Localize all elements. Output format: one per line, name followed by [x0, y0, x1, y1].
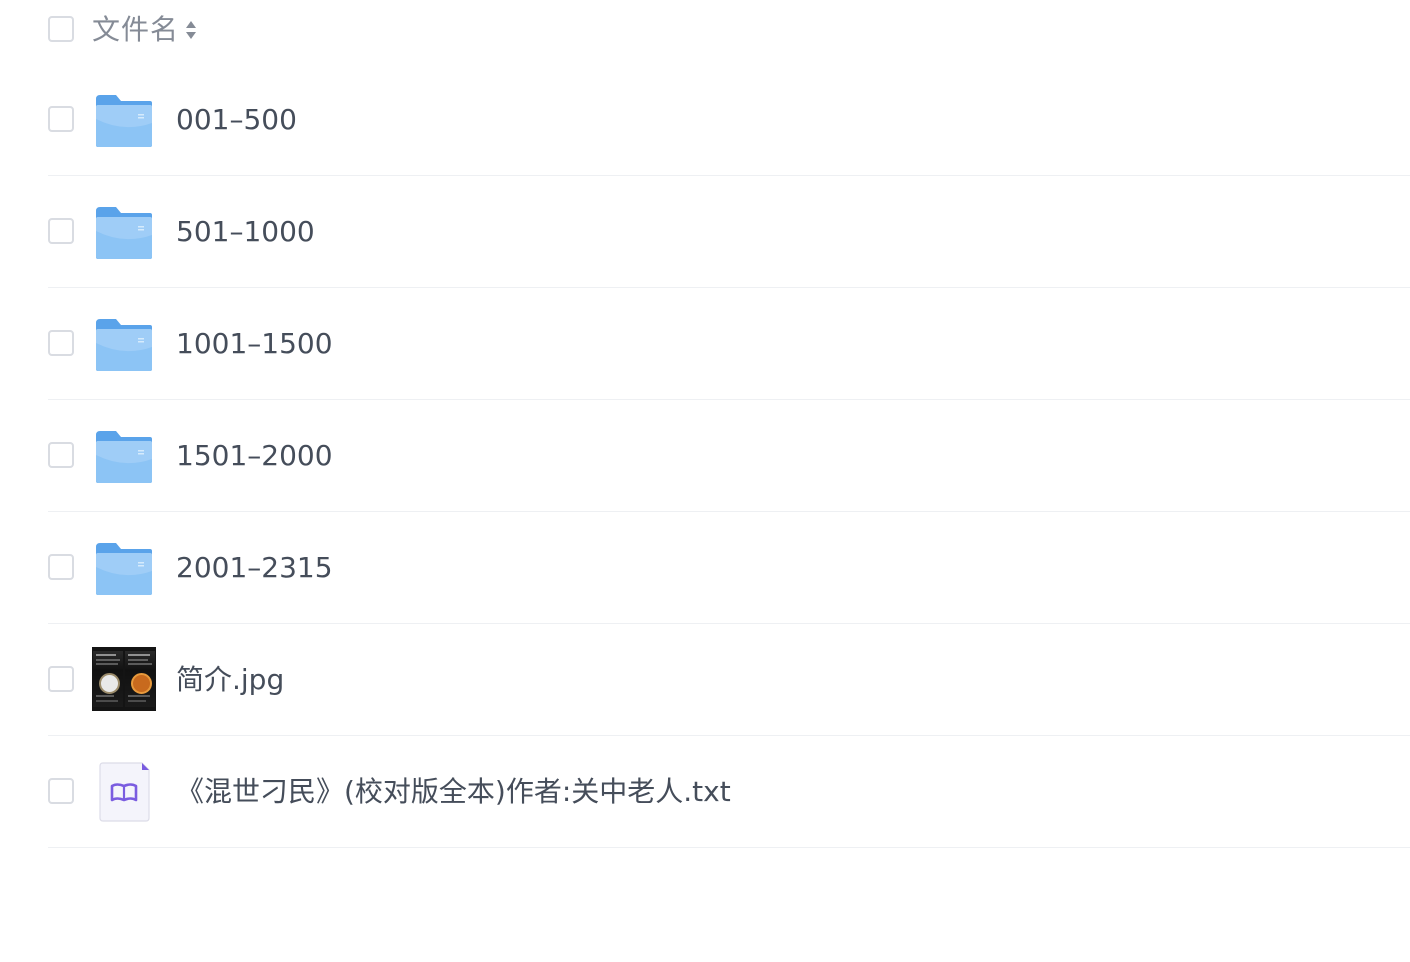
select-all-checkbox[interactable]: [48, 16, 74, 42]
row-divider: [48, 847, 1410, 848]
file-row[interactable]: 2001–2315: [0, 512, 1410, 624]
folder-icon: [96, 207, 152, 259]
row-checkbox[interactable]: [48, 666, 74, 692]
folder-icon: [96, 95, 152, 147]
row-checkbox[interactable]: [48, 330, 74, 356]
thumbnail-panel: [93, 651, 123, 707]
thumbnail-panel: [125, 651, 155, 707]
file-row[interactable]: 1501–2000: [0, 400, 1410, 512]
folder-icon: [96, 543, 152, 595]
file-name[interactable]: 001–500: [176, 100, 297, 140]
row-checkbox[interactable]: [48, 554, 74, 580]
file-name[interactable]: 1001–1500: [176, 324, 333, 364]
file-name[interactable]: 《混世刁民》(校对版全本)作者:关中老人.txt: [176, 772, 731, 812]
row-checkbox[interactable]: [48, 218, 74, 244]
book-icon: [99, 762, 150, 822]
file-row[interactable]: 《混世刁民》(校对版全本)作者:关中老人.txt: [0, 736, 1410, 848]
folder-icon: [96, 431, 152, 483]
file-list: 001–500 501–1000 1001–1500 1501–2000 200…: [0, 64, 1410, 848]
file-name[interactable]: 简介.jpg: [176, 660, 284, 700]
file-name[interactable]: 501–1000: [176, 212, 315, 252]
file-list-header: 文件名: [0, 0, 1410, 62]
file-name[interactable]: 2001–2315: [176, 548, 333, 588]
image-thumbnail: [92, 647, 156, 711]
file-name[interactable]: 1501–2000: [176, 436, 333, 476]
row-checkbox[interactable]: [48, 778, 74, 804]
filename-column-header[interactable]: 文件名: [92, 12, 179, 48]
sort-icon[interactable]: [184, 18, 198, 42]
row-checkbox[interactable]: [48, 442, 74, 468]
file-row[interactable]: 501–1000: [0, 176, 1410, 288]
file-row[interactable]: 001–500: [0, 64, 1410, 176]
file-row[interactable]: 简介.jpg: [0, 624, 1410, 736]
file-row[interactable]: 1001–1500: [0, 288, 1410, 400]
row-checkbox[interactable]: [48, 106, 74, 132]
folder-icon: [96, 319, 152, 371]
